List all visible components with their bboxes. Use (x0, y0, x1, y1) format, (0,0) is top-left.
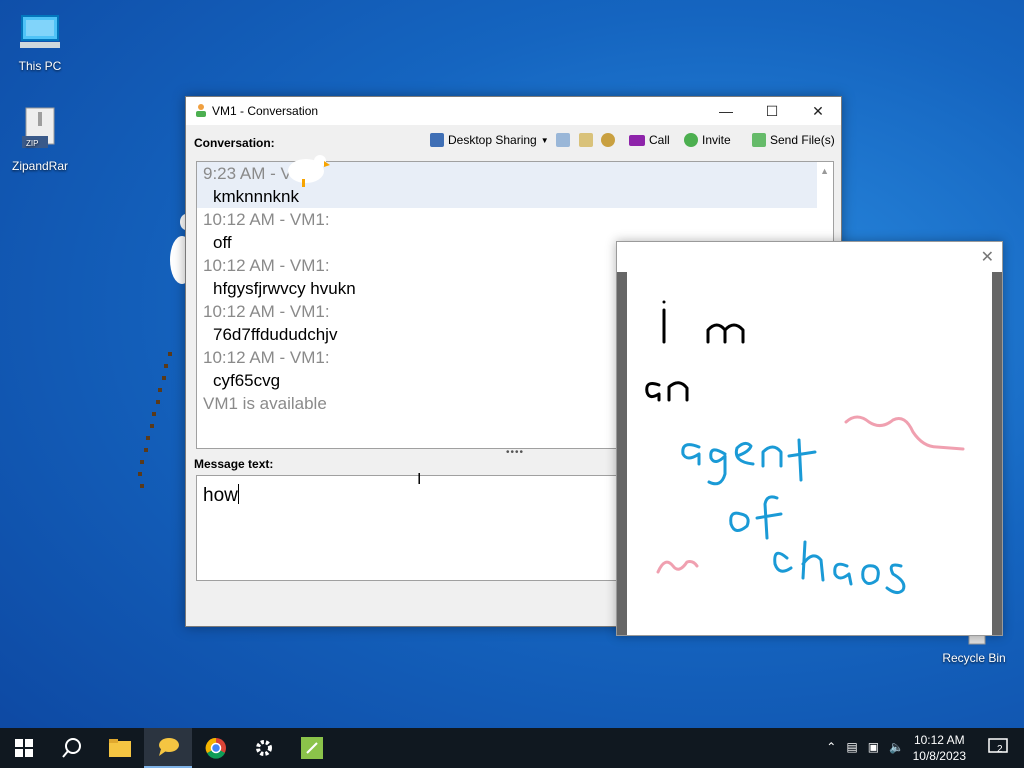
message-input-value: how (203, 485, 238, 506)
message-text-label: Message text: (194, 457, 274, 471)
volume-muted-icon[interactable]: 🔈 (889, 740, 904, 754)
pane-splitter-handle[interactable]: •••• (506, 447, 524, 458)
conversation-label: Conversation: (194, 136, 275, 150)
desktop-goose[interactable] (286, 149, 330, 189)
handwriting-canvas (645, 300, 965, 595)
zip-file-icon: ZIP (0, 106, 80, 157)
green-note-icon (301, 737, 323, 759)
chevron-up-icon[interactable]: ⌃ (826, 740, 836, 754)
chevron-down-icon: ▼ (540, 135, 549, 145)
notepad-app-button[interactable] (288, 728, 336, 768)
settings-button[interactable] (601, 133, 615, 147)
i-beam-cursor-icon: I (417, 471, 422, 488)
desktop-icon-this-pc[interactable]: This PC (0, 10, 80, 73)
folder-icon (109, 739, 131, 757)
search-icon (62, 738, 81, 758)
desktop-sharing-button[interactable]: Desktop Sharing ▼ (430, 133, 549, 147)
desktop-icon-label: This PC (18, 59, 62, 73)
notification-center-button[interactable]: 2 (988, 738, 1010, 756)
clock[interactable]: 10:12 AM 10/8/2023 (913, 732, 966, 764)
desktop-icon-label: Recycle Bin (942, 651, 1006, 665)
video-camera-icon (629, 134, 645, 146)
start-button[interactable] (0, 728, 48, 768)
invite-label: Invite (702, 133, 731, 147)
system-tray: ⌃ ▤ ▣ 🔈 (826, 740, 904, 754)
clock-date: 10/8/2023 (912, 749, 966, 763)
desktop-icon-zipandrar[interactable]: ZIP ZipandRar (0, 106, 80, 173)
title-bar[interactable]: VM1 - Conversation — ☐ ✕ (186, 97, 841, 125)
scroll-up-arrow-icon[interactable]: ▲ (820, 166, 829, 176)
notes-icon (556, 133, 570, 147)
chat-bubble-icon (159, 738, 179, 756)
svg-text:ZIP: ZIP (26, 139, 38, 148)
goose-drawing-note[interactable]: ✕ (616, 241, 1003, 636)
notification-count-badge: 2 (997, 744, 1003, 755)
search-button[interactable] (48, 728, 96, 768)
messenger-app-button[interactable] (144, 728, 192, 768)
close-button[interactable]: ✕ (795, 97, 841, 125)
call-button[interactable]: Call (629, 133, 670, 147)
invite-users-icon (684, 133, 698, 147)
text-caret (237, 484, 239, 504)
gear-icon (256, 740, 272, 756)
chrome-icon (205, 737, 226, 759)
invite-button[interactable]: Invite (684, 133, 731, 147)
settings-app-button[interactable] (240, 728, 288, 768)
contacts-button[interactable] (579, 133, 593, 147)
contacts-icon (579, 133, 593, 147)
computer-icon (0, 10, 80, 57)
call-label: Call (649, 133, 670, 147)
user-icon (194, 103, 208, 120)
send-files-label: Send File(s) (770, 133, 835, 147)
window-title: VM1 - Conversation (212, 104, 319, 118)
chrome-button[interactable] (192, 728, 240, 768)
minimize-button[interactable]: — (703, 97, 749, 125)
cog-icon (601, 133, 615, 147)
toolbar: Conversation: Desktop Sharing ▼ Call Inv… (186, 131, 841, 153)
send-files-button[interactable]: Send File(s) (752, 133, 835, 147)
notes-button[interactable] (556, 133, 570, 147)
send-file-icon (752, 133, 766, 147)
goose-footprints (134, 350, 178, 490)
file-explorer-button[interactable] (96, 728, 144, 768)
desktop-icon-label: ZipandRar (11, 159, 69, 173)
clock-time: 10:12 AM (913, 733, 965, 747)
security-center-icon[interactable]: ▤ (846, 740, 857, 754)
message-timestamp: 10:12 AM - VM1: (203, 210, 330, 229)
desktop-sharing-label: Desktop Sharing (448, 133, 537, 147)
desktop: { "desktop": { "icons": [ {"label": "Thi… (0, 0, 1024, 768)
desktop-sharing-icon (430, 133, 444, 147)
maximize-button[interactable]: ☐ (749, 97, 795, 125)
taskbar: ⌃ ▤ ▣ 🔈 10:12 AM 10/8/2023 2 (0, 728, 1024, 768)
network-icon[interactable]: ▣ (868, 740, 879, 754)
windows-logo-icon (15, 739, 33, 757)
